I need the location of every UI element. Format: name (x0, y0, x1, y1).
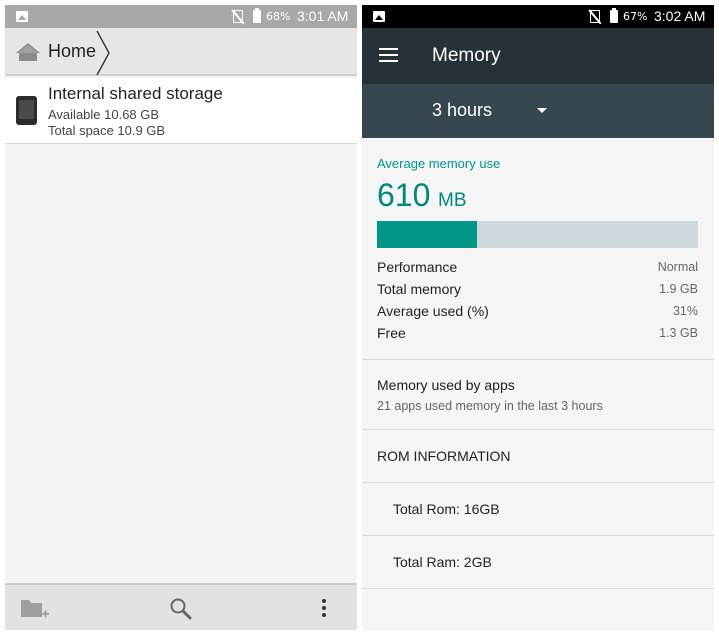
status-time: 3:02 AM (654, 8, 706, 24)
image-icon (373, 11, 385, 22)
time-range-value[interactable]: 3 hours (432, 100, 492, 121)
new-folder-icon[interactable] (20, 597, 50, 625)
storage-available: Available 10.68 GB (48, 107, 160, 122)
memory-used-by-apps-item[interactable]: Memory used by apps 21 apps used memory … (362, 367, 714, 429)
apps-subtitle: 21 apps used memory in the last 3 hours (377, 399, 603, 413)
storage-title: Internal shared storage (48, 84, 223, 103)
stat-value: 1.3 GB (659, 326, 698, 340)
no-sim-icon (590, 10, 600, 23)
screenshot-stage: 68% 3:01 AM Home Internal shared storage… (0, 0, 719, 635)
stat-row-average-used: Average used (%) 31% (377, 303, 698, 323)
average-memory-label: Average memory use (377, 156, 501, 171)
stat-label: Total memory (377, 281, 462, 297)
breadcrumb: Home (5, 28, 357, 76)
battery-percent: 67% (623, 10, 648, 23)
memory-usage-bar (377, 221, 698, 248)
stat-label: Free (377, 325, 406, 341)
memory-screen: 67% 3:02 AM Memory 3 hours Average memor… (362, 5, 714, 630)
time-range-spinner[interactable]: 3 hours (362, 84, 714, 138)
battery-icon (610, 8, 618, 23)
app-toolbar: Memory (362, 28, 714, 84)
memory-usage-fill (377, 221, 477, 248)
status-time: 3:01 AM (297, 8, 349, 24)
menu-icon[interactable] (379, 48, 398, 62)
breadcrumb-chevron-icon (96, 30, 110, 76)
more-vert-icon[interactable] (320, 597, 328, 623)
status-bar: 68% 3:01 AM (5, 5, 357, 28)
status-bar: 67% 3:02 AM (362, 5, 714, 28)
battery-icon (253, 8, 261, 23)
stat-row-free: Free 1.3 GB (377, 325, 698, 345)
stat-value: 31% (672, 304, 698, 318)
total-ram-item: Total Ram: 2GB (393, 554, 492, 570)
divider (362, 588, 714, 589)
stat-value: 1.9 GB (659, 282, 698, 296)
storage-total: Total space 10.9 GB (48, 123, 166, 138)
stat-label: Performance (377, 259, 458, 275)
divider (362, 429, 714, 430)
phone-device-icon (16, 96, 37, 125)
divider (362, 535, 714, 536)
stat-value: Normal (657, 260, 698, 274)
search-icon[interactable] (169, 597, 193, 625)
no-sim-icon (233, 10, 243, 23)
dropdown-arrow-icon[interactable] (537, 108, 547, 113)
battery-percent: 68% (266, 10, 291, 23)
stat-label: Average used (%) (377, 303, 489, 319)
stat-row-total-memory: Total memory 1.9 GB (377, 281, 698, 301)
file-manager-screen: 68% 3:01 AM Home Internal shared storage… (5, 5, 357, 630)
breadcrumb-home-label[interactable]: Home (48, 41, 96, 62)
apps-title: Memory used by apps (377, 377, 515, 393)
divider (362, 359, 714, 360)
page-title: Memory (432, 45, 501, 66)
home-icon[interactable] (15, 42, 41, 62)
rom-section-header: ROM INFORMATION (377, 448, 511, 464)
average-memory-unit: MB (438, 190, 467, 211)
image-icon (16, 11, 28, 22)
bottom-action-bar (5, 583, 357, 630)
divider (362, 482, 714, 483)
average-memory-value: 610 (377, 177, 431, 213)
stat-row-performance: Performance Normal (377, 259, 698, 279)
storage-list-item[interactable]: Internal shared storage Available 10.68 … (5, 78, 357, 144)
total-rom-item: Total Rom: 16GB (393, 501, 500, 517)
